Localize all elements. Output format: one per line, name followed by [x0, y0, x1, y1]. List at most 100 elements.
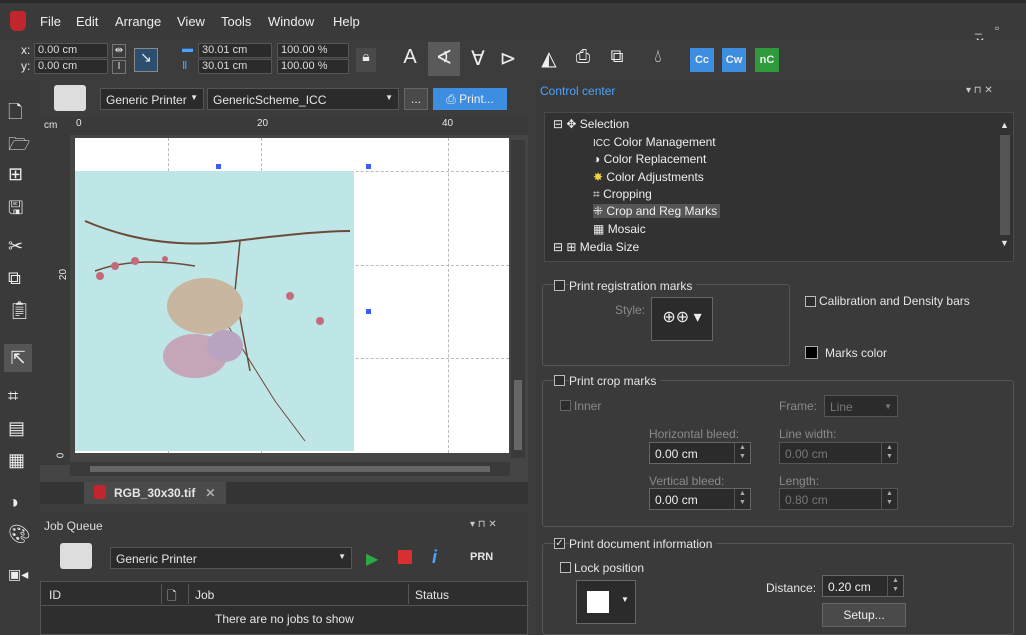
tree-item-color-management[interactable]: ICC Color Management	[593, 135, 716, 149]
cut-icon[interactable]: ✂	[8, 236, 23, 257]
width-percent-field[interactable]: 100.00 %	[277, 43, 349, 58]
calibration-checkbox[interactable]	[805, 296, 816, 307]
menu-window[interactable]: Window	[268, 14, 314, 29]
copy-icon[interactable]: ⧉	[8, 268, 21, 289]
distance-input[interactable]: 0.20 cm ▲ ▼	[822, 575, 904, 597]
reg-mark-style-button[interactable]: ⊕⊕ ▾	[651, 297, 713, 341]
flip-icon[interactable]: ∀	[466, 46, 490, 71]
y-position-field[interactable]: 0.00 cm	[34, 59, 108, 74]
crop-marks-checkbox[interactable]	[554, 375, 565, 386]
tree-item-color-adjustments[interactable]: ✸ Color Adjustments	[593, 170, 704, 184]
height-field[interactable]: 30.01 cm	[198, 59, 272, 74]
crop-tool-icon[interactable]: ⌗	[8, 386, 18, 407]
page-refresh-icon[interactable]: ⧉	[604, 46, 630, 67]
hbleed-input[interactable]: 0.00 cm ▲ ▼	[649, 442, 751, 464]
width-field[interactable]: 30.01 cm	[198, 43, 272, 58]
new-document-icon[interactable]: 🗋︎	[8, 100, 22, 130]
tile-tool-icon[interactable]: ▤	[8, 418, 25, 439]
stop-icon[interactable]	[398, 550, 412, 564]
app-logo-icon	[10, 11, 26, 31]
doc-info-checkbox[interactable]: ✓	[554, 538, 565, 549]
crop-marks-group	[542, 380, 1014, 527]
printer-settings-icon[interactable]: ⎙	[570, 46, 596, 67]
selection-handle[interactable]	[216, 164, 221, 169]
position-anchor-icon[interactable]: ↘	[134, 48, 158, 72]
play-icon[interactable]: ▶	[366, 549, 378, 569]
cc-tool-icon[interactable]: Cc	[690, 48, 714, 72]
rotate-left-icon[interactable]: ∢	[428, 42, 460, 76]
column-job[interactable]: Job	[195, 588, 214, 602]
ink-cost-icon[interactable]: 💧︎	[648, 46, 668, 67]
tree-scrollbar[interactable]: ▲ ▼	[1000, 117, 1012, 259]
selection-handle[interactable]	[366, 164, 371, 169]
tree-node-media-size[interactable]: ⊟ ⊞ Media Size	[553, 240, 639, 254]
tree-item-crop-reg-marks[interactable]: ⁜ Crop and Reg Marks	[593, 204, 721, 218]
vertical-scrollbar[interactable]	[511, 140, 525, 458]
vbleed-input[interactable]: 0.00 cm ▲ ▼	[649, 488, 751, 510]
image-artwork[interactable]	[75, 171, 354, 451]
selection-handle[interactable]	[366, 309, 371, 314]
tree-item-mosaic[interactable]: ▦ Mosaic	[593, 222, 646, 236]
rotate-right-icon[interactable]: ⊳	[496, 46, 520, 71]
height-percent-field[interactable]: 100.00 %	[277, 59, 349, 74]
save-icon[interactable]: 🖫︎	[8, 196, 23, 226]
cw-tool-icon[interactable]: Cw	[722, 48, 746, 72]
length-input[interactable]: 0.80 cm ▲ ▼	[779, 488, 898, 510]
menu-help[interactable]: Help	[333, 14, 360, 29]
lock-position-label: Lock position	[574, 561, 645, 575]
x-position-field[interactable]: 0.00 cm	[34, 43, 108, 58]
palette-icon[interactable]: 🎨︎	[8, 524, 31, 545]
menu-tools[interactable]: Tools	[221, 14, 251, 29]
tree-item-color-replacement[interactable]: ◑ Color Replacement	[593, 152, 706, 166]
mirror-icon[interactable]: ◭	[536, 46, 562, 71]
length-label: Length:	[779, 474, 820, 488]
scheme-select[interactable]: GenericScheme_ICC ▼	[207, 88, 399, 110]
panel-controls[interactable]: ▾ ⊓ ✕	[470, 519, 497, 530]
close-tab-icon[interactable]: ✕	[205, 486, 215, 500]
align-h-icon[interactable]: ⇹	[112, 44, 126, 58]
menu-bar: File Edit Arrange View Tools Window Help…	[0, 0, 1026, 49]
panel-controls[interactable]: ▾ ⊓ ✕	[966, 85, 993, 96]
pointer-tool-icon[interactable]: ⇱	[4, 344, 32, 372]
menu-arrange[interactable]: Arrange	[115, 14, 161, 29]
panel-toggle-icon[interactable]: ▣◂	[8, 566, 28, 583]
print-button[interactable]: ⎙ Print...	[433, 88, 507, 110]
inner-checkbox[interactable]	[560, 400, 571, 411]
frame-select[interactable]: Line ▼	[824, 395, 898, 417]
tree-node-selection[interactable]: ⊟ ✥ Selection	[553, 117, 629, 131]
prn-button[interactable]: PRN	[470, 551, 493, 563]
top-ruler: cm 0 20 40	[40, 117, 528, 135]
info-icon[interactable]: i	[432, 547, 437, 568]
horizontal-scrollbar[interactable]	[70, 462, 510, 476]
crop-icon: ⌗	[593, 187, 600, 201]
document-tab[interactable]: RGB_30x30.tif ✕	[84, 482, 226, 504]
ruler-unit: cm	[44, 120, 58, 131]
align-v-icon[interactable]: I	[112, 60, 126, 74]
mosaic-tool-icon[interactable]: ▦	[8, 450, 25, 471]
queue-printer-select[interactable]: Generic Printer ▼	[110, 547, 352, 569]
column-id[interactable]: ID	[49, 588, 61, 602]
add-image-icon[interactable]: ⊞	[8, 164, 23, 185]
color-management-icon[interactable]: ◑	[8, 492, 19, 513]
printer-icon	[60, 543, 92, 569]
scheme-more-button[interactable]: ...	[404, 88, 428, 110]
lock-ratio-icon[interactable]: 🔒︎	[356, 48, 376, 72]
menu-view[interactable]: View	[177, 14, 205, 29]
ruler-mark-40: 40	[442, 118, 454, 129]
reg-marks-checkbox[interactable]	[554, 280, 565, 291]
menu-file[interactable]: File	[40, 14, 61, 29]
open-folder-icon[interactable]: 🗁︎	[8, 132, 30, 162]
position-select-button[interactable]: ▼	[576, 580, 636, 624]
line-width-input[interactable]: 0.00 cm ▲ ▼	[779, 442, 898, 464]
setup-button[interactable]: Setup...	[822, 603, 906, 627]
lock-position-checkbox[interactable]	[560, 562, 571, 573]
column-status[interactable]: Status	[415, 588, 449, 602]
menu-edit[interactable]: Edit	[76, 14, 98, 29]
printer-select[interactable]: Generic Printer ▼	[100, 88, 204, 110]
marks-color-swatch[interactable]	[805, 346, 818, 359]
paste-icon[interactable]: 📋︎	[8, 300, 31, 321]
position-preview-icon	[587, 591, 609, 613]
tree-item-cropping[interactable]: ⌗ Cropping	[593, 187, 652, 202]
nc-tool-icon[interactable]: nC	[755, 48, 779, 72]
text-tool-icon[interactable]: A	[398, 46, 422, 69]
